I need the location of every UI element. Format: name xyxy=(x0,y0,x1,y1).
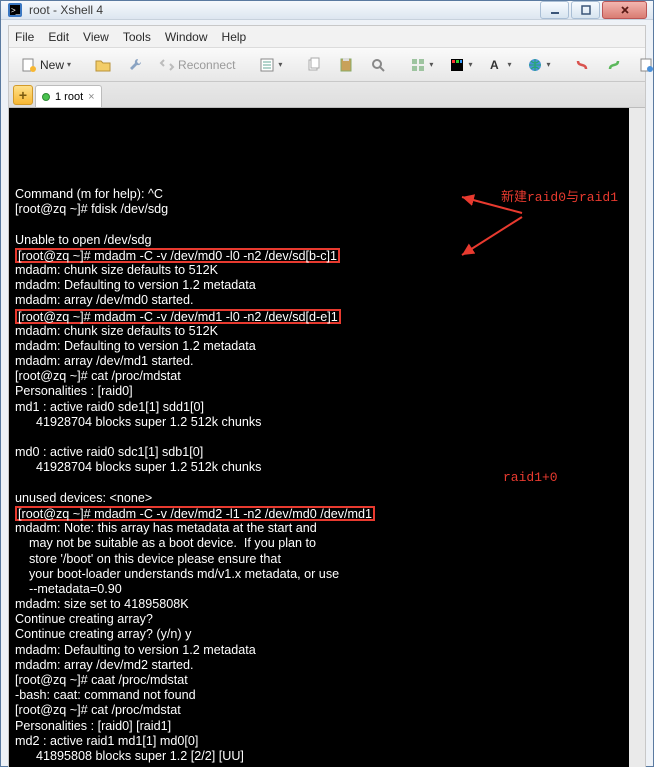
color-button[interactable]: ▾ xyxy=(443,53,478,77)
tab-label: 1 root xyxy=(55,91,83,103)
font-button[interactable]: A▾ xyxy=(482,53,517,77)
tabbar: + 1 root × xyxy=(9,82,645,108)
terminal-line: md1 : active raid0 sde1[1] sdd1[0] xyxy=(15,400,626,415)
close-tab-icon[interactable]: × xyxy=(88,91,94,103)
folder-icon xyxy=(95,57,111,73)
terminal-line: [root@zq ~]# mdadm -C -v /dev/md1 -l0 -n… xyxy=(15,309,626,324)
find-button[interactable] xyxy=(364,53,392,77)
script-button[interactable]: ▾ xyxy=(632,53,654,77)
terminal-line: [root@zq ~]# cat /proc/mdstat xyxy=(15,369,626,384)
sessions-button[interactable]: ▾ xyxy=(253,53,288,77)
minimize-button[interactable] xyxy=(540,1,569,19)
chevron-down-icon: ▾ xyxy=(67,60,71,69)
layout-button[interactable]: ▾ xyxy=(404,53,439,77)
toolbar: New ▾ Reconnect ▾ ▾ ▾ A▾ ▾ ▾ xyxy=(9,48,645,82)
transfer-icon xyxy=(574,57,590,73)
terminal-line: 41928704 blocks super 1.2 512k chunks xyxy=(15,415,626,430)
terminal-line: md0 : active raid0 sdc1[1] sdb1[0] xyxy=(15,445,626,460)
close-button[interactable] xyxy=(602,1,647,19)
terminal-line: mdadm: size set to 41895808K xyxy=(15,597,626,612)
terminal-line: Personalities : [raid0] [raid1] xyxy=(15,719,626,734)
new-icon xyxy=(21,57,37,73)
terminal-line: may not be suitable as a boot device. If… xyxy=(15,536,626,551)
terminal-line: Continue creating array? xyxy=(15,612,626,627)
open-button[interactable] xyxy=(89,53,117,77)
terminal-line: Unable to open /dev/sdg xyxy=(15,233,626,248)
terminal-line: mdadm: Defaulting to version 1.2 metadat… xyxy=(15,278,626,293)
app-icon: >_ xyxy=(7,2,23,18)
menu-tools[interactable]: Tools xyxy=(123,30,151,44)
palette-icon xyxy=(449,57,465,73)
reconnect-icon xyxy=(159,57,175,73)
script-icon xyxy=(638,57,654,73)
svg-text:A: A xyxy=(490,58,499,72)
copy-button[interactable] xyxy=(300,53,328,77)
window-title: root - Xshell 4 xyxy=(29,3,538,17)
grid-icon xyxy=(410,57,426,73)
terminal-line: [root@zq ~]# mdadm -C -v /dev/md0 -l0 -n… xyxy=(15,248,626,263)
new-button[interactable]: New ▾ xyxy=(15,53,77,77)
inner-frame: File Edit View Tools Window Help New ▾ R… xyxy=(8,25,646,767)
menu-window[interactable]: Window xyxy=(165,30,208,44)
reconnect-button[interactable]: Reconnect xyxy=(153,53,241,77)
menu-edit[interactable]: Edit xyxy=(48,30,69,44)
terminal-line: mdadm: Note: this array has metadata at … xyxy=(15,521,626,536)
terminal-line: mdadm: Defaulting to version 1.2 metadat… xyxy=(15,643,626,658)
paste-icon xyxy=(338,57,354,73)
add-tab-button[interactable]: + xyxy=(13,85,33,105)
terminal[interactable]: 新建raid0与raid1 raid1+0 Command (m for hel… xyxy=(9,108,645,767)
terminal-line: mdadm: array /dev/md2 started. xyxy=(15,658,626,673)
terminal-line: [root@zq ~]# cat /proc/mdstat xyxy=(15,703,626,718)
globe-button[interactable]: ▾ xyxy=(521,53,556,77)
font-icon: A xyxy=(488,57,504,73)
properties-button[interactable] xyxy=(121,53,149,77)
terminal-line: unused devices: <none> xyxy=(15,491,626,506)
terminal-line xyxy=(15,217,626,232)
app-window: >_ root - Xshell 4 File Edit View Tools … xyxy=(0,0,654,767)
globe-icon xyxy=(527,57,543,73)
terminal-line: mdadm: array /dev/md0 started. xyxy=(15,293,626,308)
status-dot-icon xyxy=(42,93,50,101)
terminal-line: md2 : active raid1 md1[1] md0[0] xyxy=(15,734,626,749)
terminal-line: store '/boot' on this device please ensu… xyxy=(15,552,626,567)
menubar: File Edit View Tools Window Help xyxy=(9,26,645,48)
terminal-line: [root@zq ~]# mdadm -C -v /dev/md2 -l1 -n… xyxy=(15,506,626,521)
terminal-line: mdadm: Defaulting to version 1.2 metadat… xyxy=(15,339,626,354)
transfer2-button[interactable] xyxy=(600,53,628,77)
menu-help[interactable]: Help xyxy=(222,30,247,44)
copy-icon xyxy=(306,57,322,73)
transfer2-icon xyxy=(606,57,622,73)
terminal-line: mdadm: chunk size defaults to 512K xyxy=(15,263,626,278)
terminal-line: --metadata=0.90 xyxy=(15,582,626,597)
titlebar[interactable]: >_ root - Xshell 4 xyxy=(1,1,653,20)
terminal-line: mdadm: array /dev/md1 started. xyxy=(15,354,626,369)
arrow-icon xyxy=(429,180,527,285)
terminal-line: mdadm: chunk size defaults to 512K xyxy=(15,324,626,339)
menu-file[interactable]: File xyxy=(15,30,34,44)
terminal-line: your boot-loader understands md/v1.x met… xyxy=(15,567,626,582)
svg-text:>_: >_ xyxy=(11,6,21,15)
maximize-button[interactable] xyxy=(571,1,600,19)
wrench-icon xyxy=(127,57,143,73)
transfer-button[interactable] xyxy=(568,53,596,77)
terminal-line: Personalities : [raid0] xyxy=(15,384,626,399)
tab-1-root[interactable]: 1 root × xyxy=(35,85,102,107)
menu-view[interactable]: View xyxy=(83,30,109,44)
annotation-raid10: raid1+0 xyxy=(503,470,558,485)
paste-button[interactable] xyxy=(332,53,360,77)
terminal-line: [root@zq ~]# caat /proc/mdstat xyxy=(15,673,626,688)
terminal-line: Continue creating array? (y/n) y xyxy=(15,627,626,642)
terminal-line: 41895808 blocks super 1.2 [2/2] [UU] xyxy=(15,749,626,764)
list-icon xyxy=(259,57,275,73)
search-icon xyxy=(370,57,386,73)
terminal-line xyxy=(15,430,626,445)
terminal-line: -bash: caat: command not found xyxy=(15,688,626,703)
